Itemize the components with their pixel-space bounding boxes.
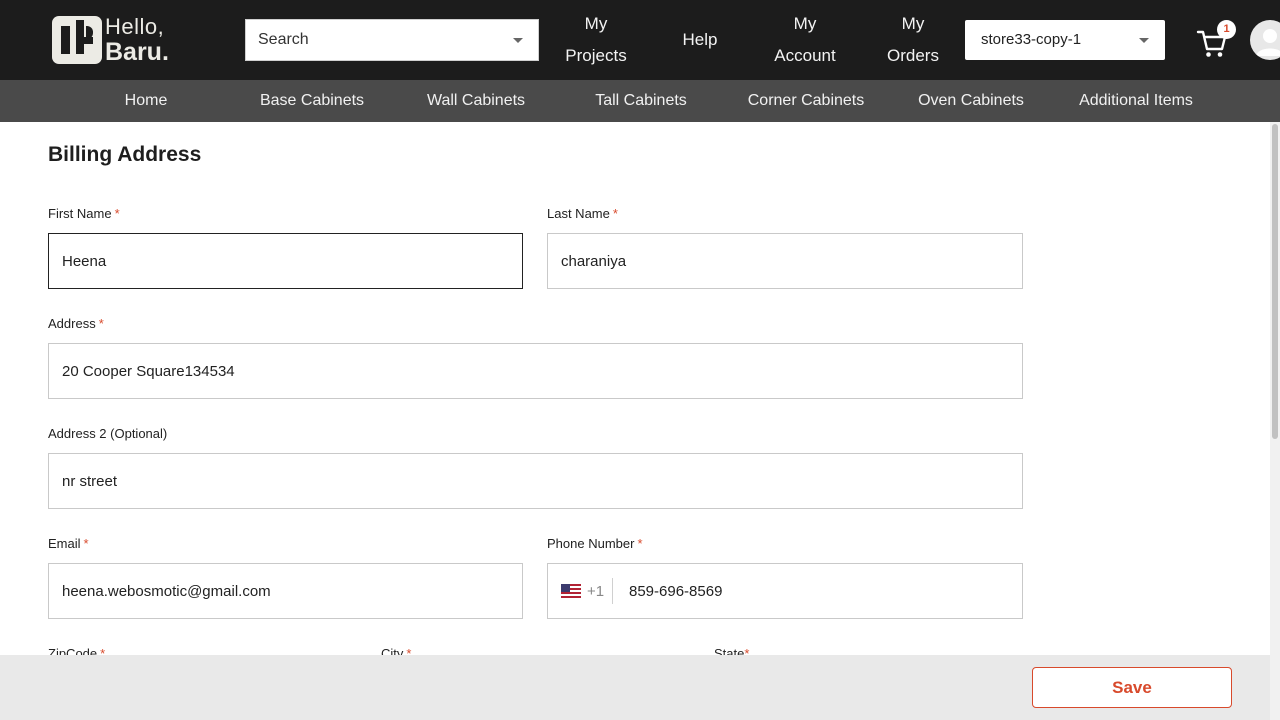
address-input[interactable]	[49, 344, 1022, 398]
save-button[interactable]: Save	[1032, 667, 1232, 708]
category-home[interactable]: Home	[108, 80, 184, 122]
address2-input[interactable]	[49, 454, 1022, 508]
nav-my-projects-line2: Projects	[565, 46, 627, 65]
store-select-value: store33-copy-1	[981, 31, 1082, 48]
category-base-cabinets[interactable]: Base Cabinets	[252, 80, 372, 122]
category-wall-cabinets[interactable]: Wall Cabinets	[418, 80, 534, 122]
last-name-label: Last Name *	[547, 206, 618, 221]
phone-input[interactable]	[616, 564, 1090, 618]
nav-my-projects-line1: My	[584, 14, 608, 33]
scrollbar-thumb[interactable]	[1272, 124, 1278, 439]
nav-my-orders[interactable]: My Orders	[878, 8, 948, 72]
nav-help[interactable]: Help	[670, 24, 730, 56]
top-header: Hello, Baru. My Projects Help My Account…	[0, 0, 1280, 80]
billing-address-form: Billing Address First Name* Last Name* A…	[0, 122, 1270, 720]
chevron-down-icon[interactable]	[1139, 38, 1149, 43]
email-label: Email *	[48, 536, 89, 551]
dial-code: +1	[587, 582, 605, 600]
phone-divider	[612, 578, 614, 604]
us-flag-icon	[561, 584, 581, 598]
first-name-field[interactable]	[48, 233, 523, 289]
logo-hello: Hello,	[105, 14, 165, 39]
email-field[interactable]	[48, 563, 523, 619]
search-dropdown[interactable]	[245, 19, 539, 61]
phone-field[interactable]: +1	[547, 563, 1090, 619]
category-additional-items[interactable]: Additional Items	[1068, 80, 1204, 122]
category-corner-cabinets[interactable]: Corner Cabinets	[740, 80, 872, 122]
category-oven-cabinets[interactable]: Oven Cabinets	[910, 80, 1032, 122]
last-name-field[interactable]	[547, 233, 1023, 289]
nav-my-account-line1: My	[793, 14, 817, 33]
search-input[interactable]	[246, 20, 486, 60]
address-field[interactable]	[48, 343, 1023, 399]
email-input[interactable]	[49, 564, 522, 618]
brand-logo[interactable]: Hello, Baru.	[52, 15, 184, 65]
logo-mark-icon	[52, 16, 102, 64]
page-scrollbar[interactable]	[1270, 122, 1280, 720]
chevron-down-icon[interactable]	[513, 38, 523, 43]
address-label: Address *	[48, 316, 104, 331]
phone-label: Phone Number *	[547, 536, 643, 551]
category-tall-cabinets[interactable]: Tall Cabinets	[585, 80, 697, 122]
nav-my-orders-line2: Orders	[887, 46, 939, 65]
nav-my-account-line2: Account	[774, 46, 836, 65]
address2-field[interactable]	[48, 453, 1023, 509]
address2-label: Address 2 (Optional)	[48, 426, 168, 441]
logo-baru: Baru.	[105, 38, 169, 66]
cart-count-badge: 1	[1217, 20, 1236, 39]
category-nav: Home Base Cabinets Wall Cabinets Tall Ca…	[0, 80, 1280, 122]
store-select[interactable]: store33-copy-1	[965, 20, 1165, 60]
first-name-label: First Name *	[48, 206, 120, 221]
first-name-input[interactable]	[49, 234, 522, 288]
nav-my-projects[interactable]: My Projects	[556, 8, 636, 72]
form-title: Billing Address	[48, 143, 202, 166]
user-avatar-icon[interactable]	[1250, 20, 1280, 60]
nav-my-orders-line1: My	[901, 14, 925, 33]
nav-my-account[interactable]: My Account	[765, 8, 845, 72]
logo-text: Hello, Baru.	[105, 14, 169, 66]
country-code-selector[interactable]: +1	[561, 564, 614, 618]
last-name-input[interactable]	[548, 234, 1022, 288]
